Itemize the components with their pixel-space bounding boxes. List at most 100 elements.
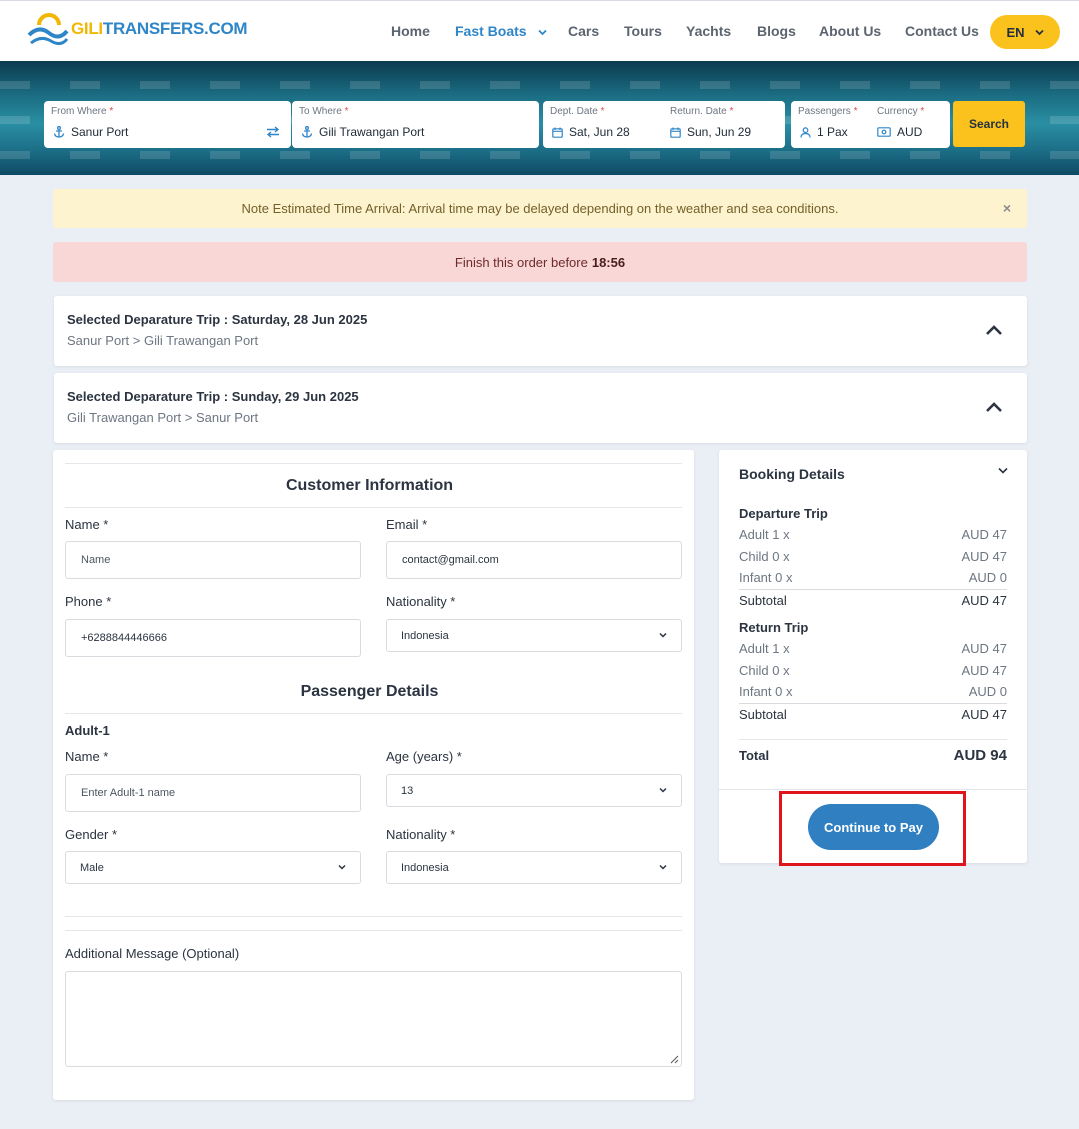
chevron-down-icon bbox=[659, 864, 667, 870]
return-date-value[interactable]: Sun, Jun 29 bbox=[670, 125, 751, 139]
total-value: AUD 94 bbox=[953, 747, 1007, 764]
money-icon bbox=[877, 127, 891, 137]
subtotal-row: Subtotal AUD 47 bbox=[739, 703, 1007, 722]
eta-note-alert: Note Estimated Time Arrival: Arrival tim… bbox=[53, 189, 1027, 228]
return-date-label: Return. Date * bbox=[670, 106, 734, 117]
divider bbox=[719, 789, 1027, 790]
nav-blogs[interactable]: Blogs bbox=[757, 23, 796, 39]
eta-note-text: Note Estimated Time Arrival: Arrival tim… bbox=[241, 201, 839, 216]
chevron-down-icon bbox=[338, 864, 346, 870]
chevron-down-icon bbox=[538, 29, 548, 36]
pax-currency-field[interactable]: Passengers * 1 Pax Currency * AUD bbox=[791, 101, 950, 148]
passenger-nationality-label: Nationality * bbox=[386, 827, 456, 842]
nav-fast-boats[interactable]: Fast Boats bbox=[455, 23, 548, 39]
nav-fast-boats-label: Fast Boats bbox=[455, 23, 527, 39]
nav-contact[interactable]: Contact Us bbox=[905, 23, 979, 39]
from-where-field[interactable]: From Where * Sanur Port bbox=[44, 101, 291, 148]
site-logo[interactable]: GILITRANSFERS.COM bbox=[27, 11, 248, 47]
chevron-down-icon bbox=[1034, 29, 1044, 35]
order-timer-alert: Finish this order before 18:56 bbox=[53, 242, 1027, 282]
total-row: Total AUD 94 bbox=[739, 747, 1007, 764]
user-icon bbox=[800, 126, 811, 138]
phone-label: Phone * bbox=[65, 594, 112, 609]
subtotal-row: Subtotal AUD 47 bbox=[739, 589, 1007, 608]
price-row: Infant 0 x AUD 0 bbox=[739, 570, 1007, 585]
currency-value[interactable]: AUD bbox=[877, 125, 922, 139]
passenger-name-label: Name * bbox=[65, 749, 109, 764]
nationality-value: Indonesia bbox=[401, 629, 449, 642]
booking-details-title: Booking Details bbox=[739, 466, 845, 482]
date-range-field[interactable]: Dept. Date * Sat, Jun 28 Return. Date * … bbox=[543, 101, 785, 148]
language-selector[interactable]: EN bbox=[990, 15, 1060, 49]
phone-input[interactable]: +6288844446666 bbox=[65, 619, 361, 657]
nav-home[interactable]: Home bbox=[391, 23, 430, 39]
site-header: GILITRANSFERS.COM Home Fast Boats Cars T… bbox=[0, 0, 1079, 61]
price-row: Infant 0 x AUD 0 bbox=[739, 684, 1007, 699]
nav-about[interactable]: About Us bbox=[819, 23, 881, 39]
trip-route: Sanur Port > Gili Trawangan Port bbox=[67, 333, 259, 348]
customer-info-heading: Customer Information bbox=[285, 477, 454, 494]
name-input[interactable]: Name bbox=[65, 541, 361, 579]
nationality-label: Nationality * bbox=[386, 594, 456, 609]
age-label: Age (years) * bbox=[386, 749, 462, 764]
chevron-up-icon[interactable] bbox=[985, 324, 1003, 336]
calendar-icon bbox=[552, 127, 563, 138]
customer-form: Customer Information Name * Name Email *… bbox=[53, 450, 694, 1100]
logo-text: GILITRANSFERS.COM bbox=[71, 19, 248, 38]
divider bbox=[65, 930, 682, 931]
passenger-name-input[interactable]: Enter Adult-1 name bbox=[65, 774, 361, 812]
message-label: Additional Message (Optional) bbox=[65, 946, 240, 961]
passengers-value[interactable]: 1 Pax bbox=[800, 125, 848, 139]
age-select[interactable]: 13 bbox=[386, 774, 682, 807]
price-row: Child 0 x AUD 47 bbox=[739, 663, 1007, 678]
nav-yachts[interactable]: Yachts bbox=[686, 23, 731, 39]
nationality-select[interactable]: Indonesia bbox=[386, 619, 682, 652]
message-textarea[interactable] bbox=[65, 971, 682, 1067]
age-value: 13 bbox=[401, 784, 414, 797]
divider bbox=[65, 713, 682, 714]
to-where-field[interactable]: To Where * Gili Trawangan Port bbox=[292, 101, 539, 148]
anchor-icon bbox=[53, 126, 65, 138]
resize-handle-icon[interactable] bbox=[670, 1055, 679, 1064]
dept-date-value[interactable]: Sat, Jun 28 bbox=[552, 125, 630, 139]
swap-icon[interactable] bbox=[266, 126, 280, 138]
divider bbox=[65, 463, 682, 464]
departure-trip-card[interactable]: Selected Deparature Trip : Saturday, 28 … bbox=[54, 296, 1027, 366]
chevron-down-icon bbox=[659, 632, 667, 638]
trip-title: Selected Deparature Trip : Saturday, 28 … bbox=[67, 312, 368, 327]
timer-prefix: Finish this order before bbox=[454, 254, 588, 270]
return-trip-card[interactable]: Selected Deparature Trip : Sunday, 29 Ju… bbox=[54, 373, 1027, 443]
chevron-down-icon[interactable] bbox=[998, 467, 1008, 474]
nav-tours[interactable]: Tours bbox=[624, 23, 662, 39]
email-label: Email * bbox=[386, 517, 428, 532]
price-row: Child 0 x AUD 47 bbox=[739, 549, 1007, 564]
divider bbox=[65, 507, 682, 508]
close-icon[interactable]: × bbox=[1003, 200, 1011, 216]
nav-cars[interactable]: Cars bbox=[568, 23, 599, 39]
search-button[interactable]: Search bbox=[953, 101, 1025, 147]
departure-trip-heading: Departure Trip bbox=[739, 506, 828, 521]
chevron-up-icon[interactable] bbox=[985, 401, 1003, 413]
adult-1-heading: Adult-1 bbox=[65, 723, 110, 738]
trip-route: Gili Trawangan Port > Sanur Port bbox=[67, 410, 259, 425]
price-row: Adult 1 x AUD 47 bbox=[739, 641, 1007, 656]
from-where-value: Sanur Port bbox=[53, 125, 128, 139]
hero-wave bbox=[0, 81, 1079, 89]
to-where-value: Gili Trawangan Port bbox=[301, 125, 424, 139]
anchor-icon bbox=[301, 126, 313, 138]
passenger-nationality-select[interactable]: Indonesia bbox=[386, 851, 682, 884]
gender-select[interactable]: Male bbox=[65, 851, 361, 884]
timer-time: 18:56 bbox=[591, 254, 626, 270]
gender-label: Gender * bbox=[65, 827, 118, 842]
calendar-icon bbox=[670, 127, 681, 138]
gender-value: Male bbox=[80, 861, 104, 874]
divider bbox=[65, 916, 682, 917]
trip-title: Selected Deparature Trip : Sunday, 29 Ju… bbox=[67, 389, 359, 404]
wave-logo-icon bbox=[27, 13, 69, 46]
return-trip-heading: Return Trip bbox=[739, 620, 809, 635]
to-where-label: To Where * bbox=[299, 106, 349, 117]
email-input[interactable]: contact@gmail.com bbox=[386, 541, 682, 579]
passenger-details-heading: Passenger Details bbox=[300, 683, 439, 700]
from-where-label: From Where * bbox=[51, 106, 114, 117]
language-label: EN bbox=[1006, 24, 1025, 40]
